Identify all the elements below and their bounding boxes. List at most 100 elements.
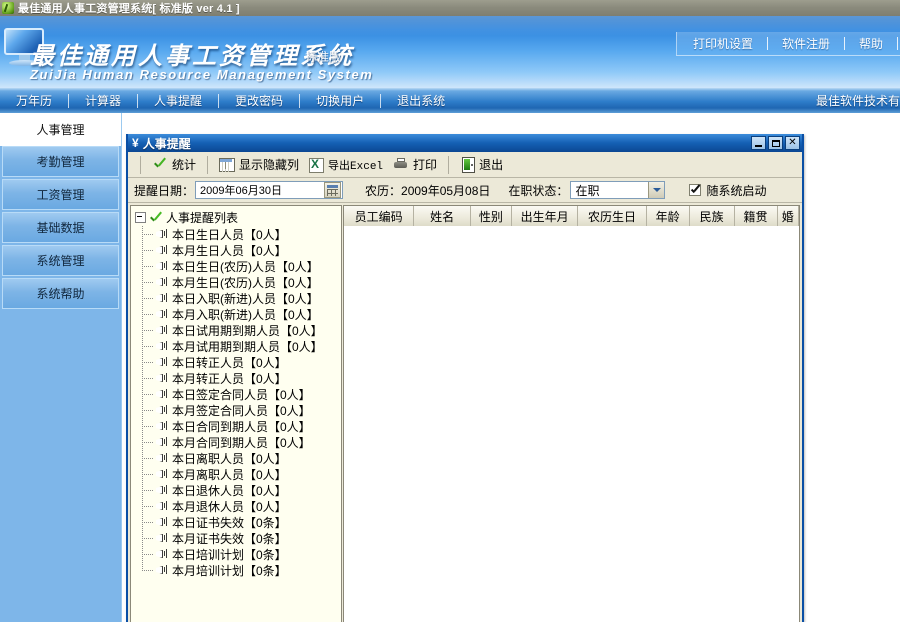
- tree-node[interactable]: 本月合同到期人员【0人】: [142, 434, 341, 450]
- tree-node[interactable]: 本日生日(农历)人员【0人】: [142, 258, 341, 274]
- grid-column-header[interactable]: 农历生日: [578, 206, 647, 226]
- speaker-icon: [156, 484, 169, 496]
- checkbox-icon[interactable]: [689, 184, 702, 196]
- sidebar-item-attendance-management[interactable]: 考勤管理: [2, 146, 119, 177]
- tree-node[interactable]: 本日离职人员【0人】: [142, 450, 341, 466]
- exit-button[interactable]: 退出: [455, 155, 508, 174]
- tree-node[interactable]: 本月签定合同人员【0人】: [142, 402, 341, 418]
- tree-node[interactable]: 本月退休人员【0人】: [142, 498, 341, 514]
- exit-door-icon: [462, 156, 476, 173]
- check-icon: [149, 212, 163, 224]
- tree-node-label: 本日生日(农历)人员【0人】: [172, 259, 319, 274]
- grid-column-header[interactable]: 籍贯: [734, 206, 778, 226]
- yen-icon: ¥: [132, 136, 139, 150]
- top-nav-software-register[interactable]: 软件注册: [768, 35, 844, 52]
- tree-node-label: 本月签定合同人员【0人】: [172, 403, 311, 418]
- employee-grid-panel[interactable]: 员工编码 姓名 性别 出生年月 农历生日 年龄 民族 籍贯婚: [343, 205, 800, 622]
- grid-column-header[interactable]: 婚: [777, 206, 799, 226]
- application-window: 最佳通用人事工资管理系统[ 标准版 ver 4.1 ] 最佳通用人事工资管理系统…: [0, 0, 900, 622]
- app-icon: [2, 2, 14, 14]
- grid-column-header[interactable]: 民族: [689, 206, 735, 226]
- show-hide-columns-button[interactable]: 显示隐藏列: [214, 155, 304, 174]
- sidebar-item-label: 工资管理: [36, 188, 85, 202]
- child-window-title-bar[interactable]: ¥ 人事提醒 ✕: [128, 134, 802, 152]
- tree-node-label: 本日合同到期人员【0人】: [172, 419, 311, 434]
- menu-item-calculator[interactable]: 计算器: [69, 92, 137, 109]
- statistics-button[interactable]: 统计: [147, 155, 201, 174]
- child-window-content: 人事提醒列表 本日生日人员【0人】 本月生日人员【0人】 本日生日(农历)人员【0人…: [130, 205, 800, 622]
- grid-column-header[interactable]: 性别: [470, 206, 512, 226]
- minimize-button[interactable]: [751, 136, 766, 150]
- check-icon: [152, 157, 168, 172]
- tree-node-label: 本月合同到期人员【0人】: [172, 435, 311, 450]
- tree-node[interactable]: 本日转正人员【0人】: [142, 354, 341, 370]
- tree-node[interactable]: 本日入职(新进)人员【0人】: [142, 290, 341, 306]
- speaker-icon: [156, 340, 169, 352]
- reminder-date-input[interactable]: 2009年06月30日: [195, 181, 344, 199]
- reminder-tree-panel[interactable]: 人事提醒列表 本日生日人员【0人】 本月生日人员【0人】 本日生日(农历)人员【0人…: [130, 205, 342, 622]
- brand-title-en: ZuiJia Human Resource Management System: [30, 67, 374, 82]
- sidebar-item-system-help[interactable]: 系统帮助: [2, 278, 119, 309]
- menu-item-switch-user[interactable]: 切换用户: [300, 92, 380, 109]
- tree-node[interactable]: 本月转正人员【0人】: [142, 370, 341, 386]
- tree-node[interactable]: 本月入职(新进)人员【0人】: [142, 306, 341, 322]
- tree-node[interactable]: 本月培训计划【0条】: [142, 562, 341, 578]
- tree-node[interactable]: 本日培训计划【0条】: [142, 546, 341, 562]
- speaker-icon: [156, 244, 169, 256]
- tree-node-label: 本月证书失效【0条】: [172, 531, 287, 546]
- reminder-date-value: 2009年06月30日: [200, 185, 282, 197]
- maximize-button[interactable]: [768, 136, 783, 150]
- grid-column-header[interactable]: 年龄: [646, 206, 690, 226]
- tree-node[interactable]: 本月生日人员【0人】: [142, 242, 341, 258]
- tree-node[interactable]: 本日生日人员【0人】: [142, 226, 341, 242]
- speaker-icon: [156, 308, 169, 320]
- grid-column-header[interactable]: 姓名: [414, 206, 471, 226]
- menu-item-perpetual-calendar[interactable]: 万年历: [0, 92, 68, 109]
- speaker-icon: [156, 468, 169, 480]
- grid-column-header[interactable]: 出生年月: [511, 206, 579, 226]
- run-at-startup-checkbox[interactable]: 随系统启动: [689, 182, 766, 199]
- tree-node[interactable]: 本月试用期到期人员【0人】: [142, 338, 341, 354]
- tree-node[interactable]: 本日签定合同人员【0人】: [142, 386, 341, 402]
- tree-root-label: 人事提醒列表: [166, 211, 239, 225]
- tree-node-label: 本日离职人员【0人】: [172, 451, 287, 466]
- close-button[interactable]: ✕: [785, 136, 800, 150]
- top-nav-printer-settings[interactable]: 打印机设置: [679, 35, 767, 52]
- brand-edition: 标准版: [305, 50, 342, 64]
- grid-body[interactable]: [344, 226, 799, 622]
- chevron-down-icon[interactable]: [648, 182, 665, 198]
- menu-item-hr-reminder[interactable]: 人事提醒: [138, 92, 218, 109]
- window-controls: ✕: [751, 136, 800, 150]
- tree-node[interactable]: 本月证书失效【0条】: [142, 530, 341, 546]
- sidebar-item-system-management[interactable]: 系统管理: [2, 245, 119, 276]
- tree-node-label: 本月生日人员【0人】: [172, 243, 287, 258]
- menu-item-change-password[interactable]: 更改密码: [219, 92, 299, 109]
- tree-node[interactable]: 本月生日(农历)人员【0人】: [142, 274, 341, 290]
- child-window-title: 人事提醒: [142, 136, 191, 151]
- tree-node[interactable]: 本日合同到期人员【0人】: [142, 418, 341, 434]
- tree-node[interactable]: 本日证书失效【0条】: [142, 514, 341, 530]
- sidebar-item-base-data[interactable]: 基础数据: [2, 212, 119, 243]
- tree-root-node[interactable]: 人事提醒列表: [133, 209, 341, 226]
- top-nav: 打印机设置 软件注册 帮助: [675, 32, 900, 56]
- tree-node[interactable]: 本日退休人员【0人】: [142, 482, 341, 498]
- employment-status-select[interactable]: 在职: [570, 181, 666, 199]
- tree-node-label: 本月入职(新进)人员【0人】: [172, 307, 319, 322]
- sidebar-item-hr-management[interactable]: 人事管理: [0, 113, 121, 146]
- tree-node-label: 本日试用期到期人员【0人】: [172, 323, 323, 338]
- collapse-expander-icon[interactable]: [135, 212, 146, 223]
- calendar-picker-icon[interactable]: [324, 182, 342, 198]
- speaker-icon: [156, 532, 169, 544]
- tree-node-label: 本日培训计划【0条】: [172, 547, 287, 562]
- tree-node-label: 本月离职人员【0人】: [172, 467, 287, 482]
- sidebar-item-label: 基础数据: [36, 221, 85, 235]
- print-button[interactable]: 打印: [388, 155, 442, 174]
- menu-item-exit-system[interactable]: 退出系统: [381, 92, 461, 109]
- export-excel-button[interactable]: 导出Excel: [304, 156, 388, 174]
- sidebar-item-payroll-management[interactable]: 工资管理: [2, 179, 119, 210]
- grid-column-header[interactable]: 员工编码: [344, 206, 415, 226]
- top-nav-help[interactable]: 帮助: [845, 35, 897, 52]
- tree-node[interactable]: 本日试用期到期人员【0人】: [142, 322, 341, 338]
- tree-node[interactable]: 本月离职人员【0人】: [142, 466, 341, 482]
- speaker-icon: [156, 516, 169, 528]
